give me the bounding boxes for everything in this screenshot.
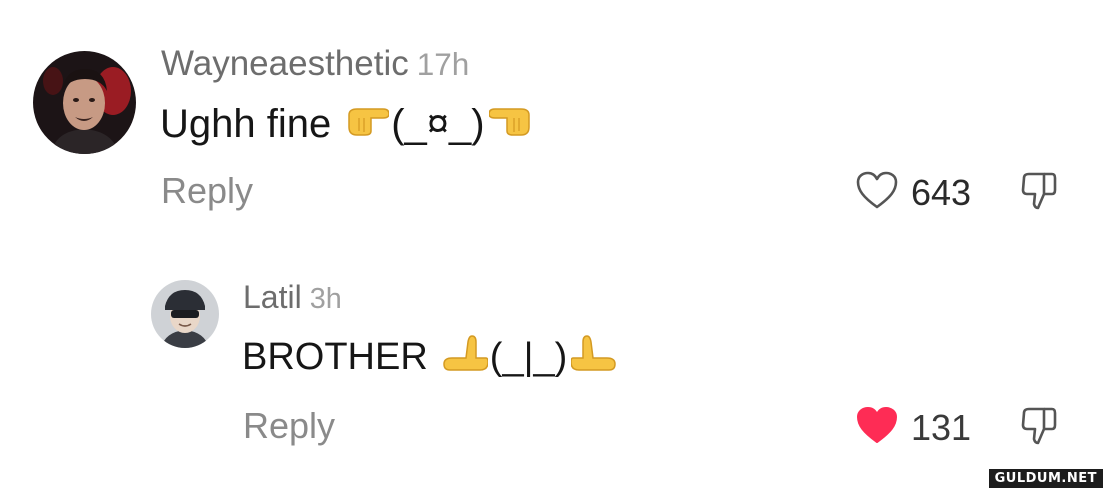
thumbs-down-icon	[1018, 172, 1060, 216]
thumbs-down-icon	[1018, 407, 1060, 451]
username[interactable]: Wayneaesthetic	[161, 44, 409, 83]
reply-button[interactable]: Reply	[161, 170, 253, 212]
pointing-left-hand-icon	[487, 101, 533, 147]
emoticon-face: (_¤_)	[391, 101, 485, 146]
like-count: 643	[911, 171, 972, 213]
palm-up-hand-icon	[442, 332, 489, 382]
watermark: GULDUM.NET	[988, 469, 1103, 488]
emoticon-face: (_|_)	[489, 335, 568, 378]
comment: Wayneaesthetic 17h Ughh fine (_¤_) Reply …	[0, 0, 1109, 240]
comment-text: BROTHER (_|_)	[242, 329, 617, 385]
avatar[interactable]	[151, 280, 219, 348]
timestamp: 3h	[309, 283, 342, 315]
reply-button[interactable]: Reply	[243, 405, 335, 447]
dislike-button[interactable]	[1018, 170, 1060, 217]
comment-text-body: BROTHER	[242, 335, 428, 378]
like-button[interactable]: 643	[855, 170, 971, 215]
comment-header: Wayneaesthetic 17h	[161, 44, 469, 84]
timestamp: 17h	[416, 46, 470, 82]
dislike-button[interactable]	[1018, 405, 1060, 452]
heart-filled-icon	[855, 405, 899, 450]
comment-header: Latil 3h	[243, 279, 342, 316]
comment-reply: Latil 3h BROTHER (_|_) Reply 131	[0, 240, 1109, 491]
avatar[interactable]	[33, 51, 136, 154]
pointing-right-hand-icon	[345, 101, 390, 147]
username[interactable]: Latil	[243, 279, 302, 315]
palm-up-hand-icon	[570, 332, 617, 382]
like-count: 131	[911, 406, 972, 448]
comment-text: Ughh fine (_¤_)	[160, 96, 533, 152]
like-button[interactable]: 131	[855, 405, 971, 450]
comment-text-body: Ughh fine	[160, 101, 332, 146]
heart-outline-icon	[855, 170, 899, 215]
